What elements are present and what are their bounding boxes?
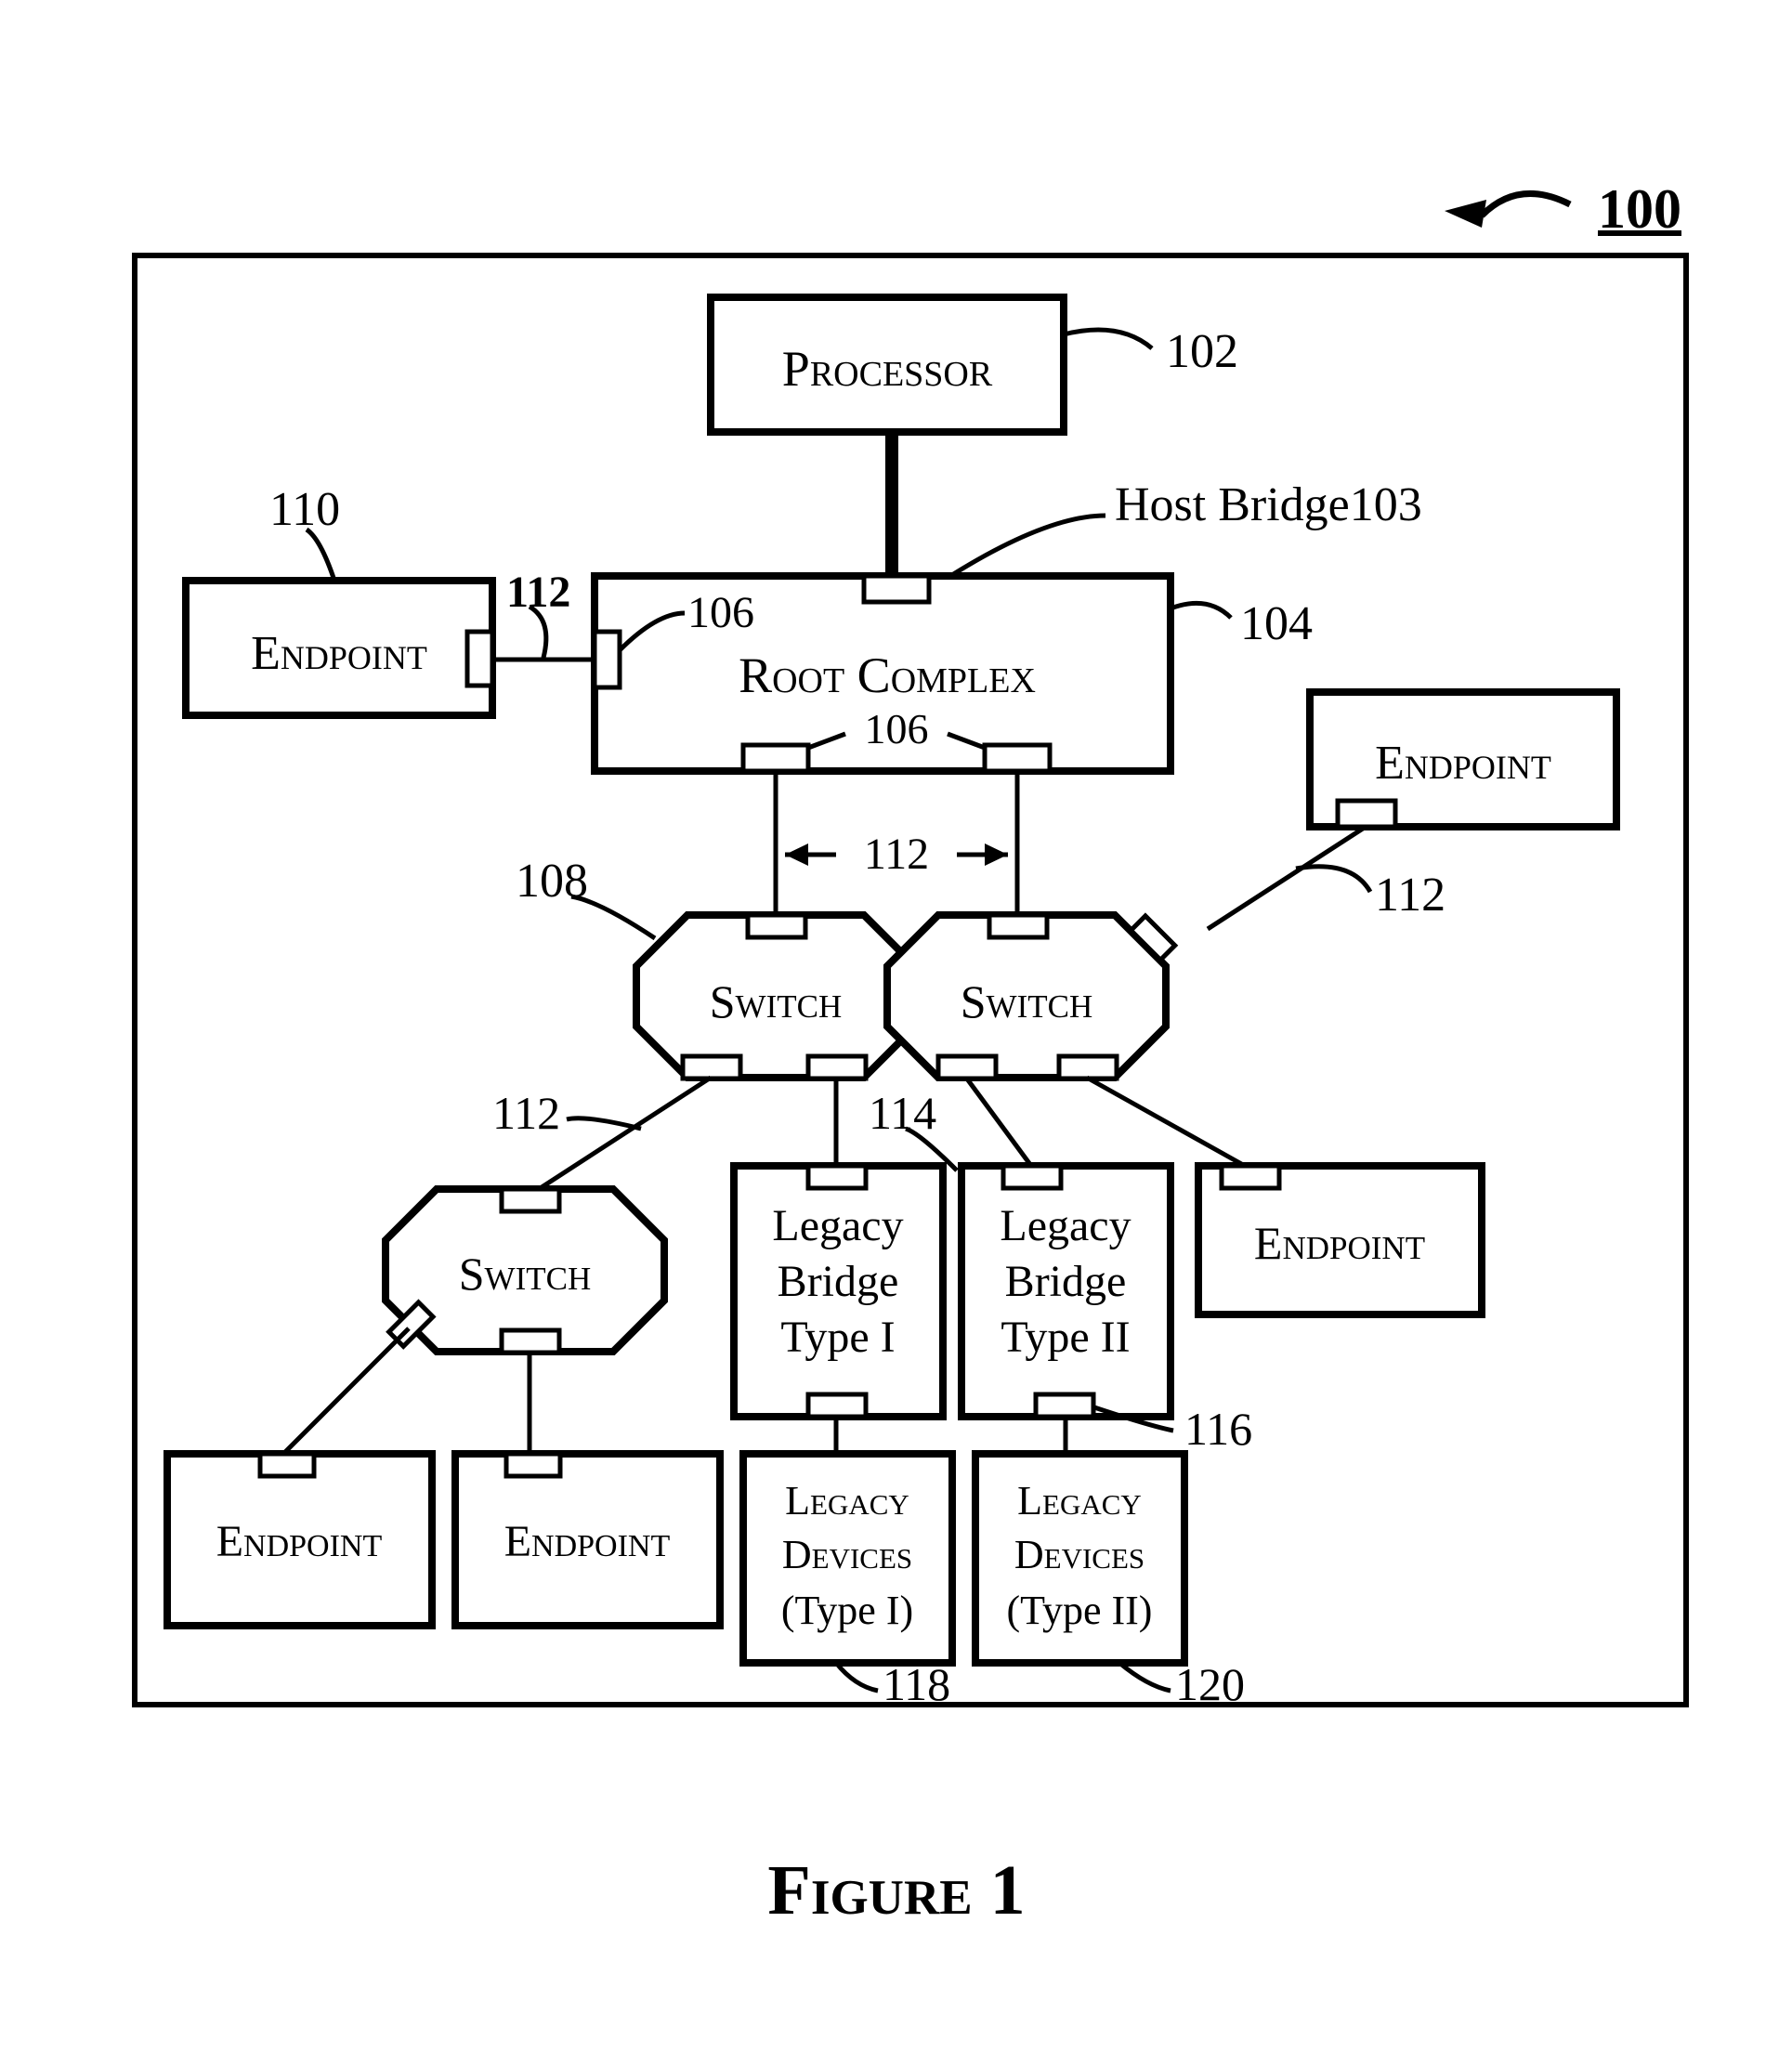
text-118: 118 [883,1658,950,1710]
label-112-tl: 112 [506,568,570,658]
lb2-l3: Type II [1001,1313,1130,1362]
endpoint-box-topleft: Endpoint [186,581,492,715]
endpoint-box-topright: Endpoint [1310,692,1616,827]
legacy-devices-2: Legacy Devices (Type II) [975,1454,1184,1663]
lb1-l1: Legacy [772,1201,903,1250]
text-102: 102 [1166,325,1238,378]
lb1-l3: Type I [780,1313,895,1362]
lb2-l2: Bridge [1005,1257,1127,1306]
label-112-leftmid: 112 [492,1087,641,1139]
text-106-mid: 106 [865,705,929,752]
label-102: 102 [1064,325,1238,378]
switch-left: Switch [636,915,915,1079]
ld1-l1: Legacy [785,1478,909,1523]
legacy-bridge-2: Legacy Bridge Type II [961,1166,1171,1417]
switch-right-text: Switch [961,975,1093,1027]
legacy-bridge-1: Legacy Bridge Type I [734,1166,943,1417]
lb2-l1: Legacy [1000,1201,1131,1250]
figure-diagram: 100 Processor 102 Host Bridge103 Root Co… [0,0,1792,2061]
text-112-tl: 112 [506,568,570,617]
switch-right: Switch [887,915,1175,1079]
label-112-mid: 112 [785,830,1008,879]
text-100: 100 [1598,178,1681,240]
label-110: 110 [269,483,340,581]
link-swL-swB [539,1078,711,1189]
endpoint-box-bm: Endpoint [455,1454,720,1626]
text-112-leftmid: 112 [492,1087,560,1139]
lb1-l2: Bridge [778,1257,899,1306]
root-complex-text: Root Complex [739,647,1036,703]
label-112-right: 112 [1296,867,1445,922]
text-112-mid: 112 [864,830,929,879]
link-swR-epR [1087,1078,1245,1166]
endpoint-text-bl: Endpoint [216,1517,383,1566]
text-106-left: 106 [687,588,754,637]
label-104: 104 [1171,597,1313,650]
text-104: 104 [1240,597,1313,650]
link-tr-endpoint-switchR [1208,827,1366,929]
link-swB-epBL [283,1328,409,1454]
text-108: 108 [516,855,588,908]
label-108: 108 [516,855,655,938]
endpoint-box-bl: Endpoint [167,1454,432,1626]
text-110: 110 [269,483,340,536]
label-114: 114 [869,1087,957,1170]
text-hostbridge103: Host Bridge103 [1115,478,1422,531]
ld2-l1: Legacy [1017,1478,1142,1523]
text-112-right: 112 [1375,869,1445,922]
endpoint-text-bm: Endpoint [504,1517,671,1566]
endpoint-text-rm: Endpoint [1254,1217,1425,1269]
endpoint-text-tr: Endpoint [1375,737,1551,790]
endpoint-text-tl: Endpoint [251,627,427,680]
text-116: 116 [1184,1403,1252,1455]
link-swR-lb2 [966,1078,1031,1166]
switch-bottom-text: Switch [459,1248,592,1300]
ld2-l3: (Type II) [1007,1588,1153,1633]
ld1-l2: Devices [782,1532,912,1577]
processor-box: Processor [711,297,1064,432]
text-120: 120 [1175,1658,1245,1710]
legacy-devices-1: Legacy Devices (Type I) [743,1454,952,1663]
switch-left-text: Switch [710,975,843,1027]
ld1-l3: (Type I) [781,1588,913,1633]
text-114: 114 [869,1087,936,1139]
ld2-l2: Devices [1014,1532,1145,1577]
processor-text: Processor [782,341,993,397]
endpoint-box-rightmid: Endpoint [1198,1166,1482,1314]
figure-caption: Figure 1 [767,1851,1025,1929]
switch-bottom: Switch [386,1189,664,1353]
label-100: 100 [1445,178,1681,240]
